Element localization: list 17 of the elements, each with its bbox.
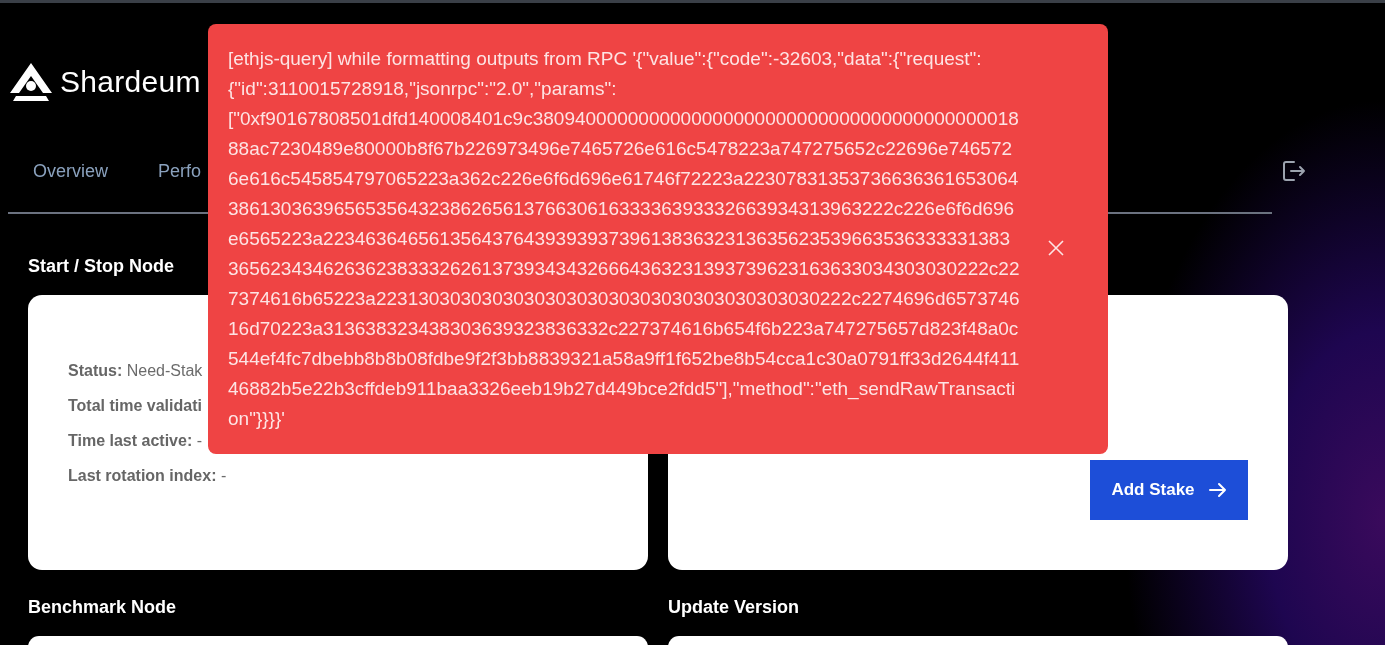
logo-icon <box>10 63 52 101</box>
nav-tab[interactable]: Perfo <box>158 160 202 182</box>
section-title: Update Version <box>668 596 800 618</box>
section-title: Start / Stop Node <box>28 255 174 277</box>
nav-tab[interactable]: Overview <box>33 160 108 182</box>
error-message: [ethjs-query] while formatting outputs from RPC '{"value":{"code":-32603,"data":{"request":{"id":3110015728918,"jsonrpc":"2.0","params":["0xf90167808501dfd140008401c9c380940000000000000000000000000000000000000001888ac7230489e80000b8f67b226973496e7465726e616c5478223a747275652c22696e7465726e616c545854797065223a362c226e6f6d696e61746f72223a22307831353736636361653064386130363965653564323862656137663061633336393332663934313963222c226e6f6d696e6565223a22346364656135643764393939373961383632313635623539663536333331383365623434626362383332626137393434326664363231393739623163633034303030222c227374616b65223a223130303030303030303030303030303030303030222c2274696d657374616d70223a313638323438303639323836332c227374616b654f6b223a747275657d823f48a0c544ef4fc7dbebb8b8b08fdbe9f2f3bb8839321a58a9ff1f652be8b54cca1c30a0791ff33d2644f41146882b5e22b3cffdeb911baa3326eeb19b27d449bce2fdd5"],"method":"eth_sendRawTransaction"}}}}' <box>228 47 1020 431</box>
close-button[interactable] <box>1048 240 1066 258</box>
logout-icon[interactable] <box>1282 160 1306 182</box>
add-stake-button[interactable]: Add Stake <box>1090 460 1248 520</box>
status-field: Time last active: - <box>68 430 202 451</box>
status-field: Status: Need-Stak <box>68 360 203 381</box>
brand-name: Shardeum <box>60 65 201 99</box>
close-icon <box>1048 240 1064 256</box>
status-field: Total time validati <box>68 395 202 416</box>
arrow-right-icon <box>1208 482 1227 498</box>
section-title: Benchmark Node <box>28 596 177 618</box>
status-field: Last rotation index: - <box>68 465 227 486</box>
